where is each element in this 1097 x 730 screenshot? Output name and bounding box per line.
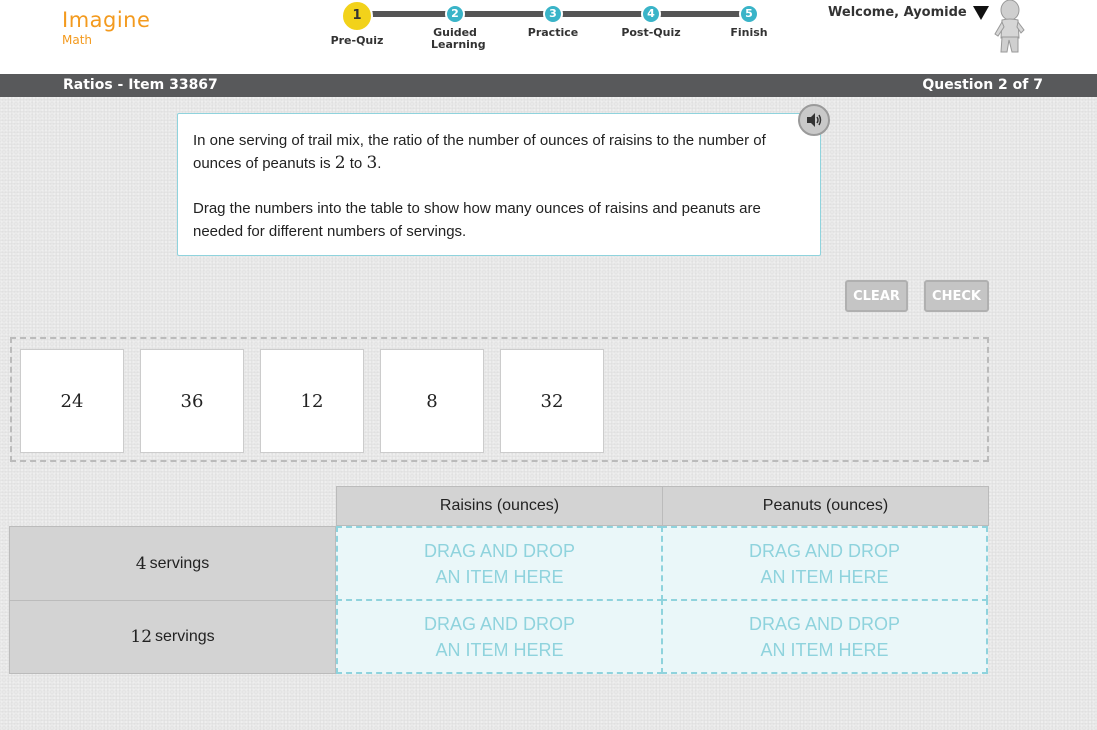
check-button[interactable]: CHECK [924, 280, 989, 312]
item-title-bar: Ratios - Item 33867 Question 2 of 7 [0, 74, 1097, 97]
step-number: 1 [341, 0, 373, 32]
step-number: 4 [641, 4, 661, 24]
drop-zone-peanuts-4-servings[interactable]: DRAG AND DROP AN ITEM HERE [661, 526, 988, 601]
drop-zone-hint: DRAG AND DROP AN ITEM HERE [749, 538, 900, 590]
answer-tile[interactable]: 24 [20, 349, 124, 453]
row-header-4-servings: 4 servings [9, 526, 336, 601]
question-text: In one serving of trail mix, the ratio o… [193, 132, 766, 172]
step-label: Pre-Quiz [330, 34, 384, 47]
servings-number: 4 [135, 553, 147, 574]
drop-hint-line: DRAG AND DROP [423, 540, 576, 561]
question-paragraph-2: Drag the numbers into the table to show … [193, 200, 761, 240]
question-text: to [345, 155, 367, 172]
drop-hint-line: DRAG AND DROP [748, 540, 901, 561]
step-number: 2 [445, 4, 465, 24]
avatar-icon [994, 0, 1025, 53]
drop-hint-line: AN ITEM HERE [435, 566, 564, 587]
step-practice: 3 Practice [508, 0, 598, 39]
row-header-12-servings: 12 servings [9, 600, 336, 674]
drop-zone-raisins-12-servings[interactable]: DRAG AND DROP AN ITEM HERE [336, 599, 663, 674]
drop-zone-hint: DRAG AND DROP AN ITEM HERE [424, 538, 575, 590]
item-title: Ratios - Item 33867 [63, 77, 218, 93]
clear-button[interactable]: CLEAR [845, 280, 908, 312]
drop-hint-line: DRAG AND DROP [423, 613, 576, 634]
drop-zone-peanuts-12-servings[interactable]: DRAG AND DROP AN ITEM HERE [661, 599, 988, 674]
ratio-value: 2 [334, 153, 346, 173]
servings-label: servings [155, 628, 215, 645]
peanuts-column-header: Peanuts (ounces) [662, 486, 989, 526]
answer-tile[interactable]: 36 [140, 349, 244, 453]
welcome-text: Welcome, Ayomide [828, 5, 967, 20]
avatar[interactable] [992, 0, 1028, 54]
drop-hint-line: AN ITEM HERE [760, 639, 889, 660]
raisins-column-header: Raisins (ounces) [336, 486, 663, 526]
drop-zone-hint: DRAG AND DROP AN ITEM HERE [424, 611, 575, 663]
speaker-icon [807, 113, 822, 127]
step-label: Guided Learning [431, 26, 486, 51]
drop-zone-hint: DRAG AND DROP AN ITEM HERE [749, 611, 900, 663]
answer-tile[interactable]: 8 [380, 349, 484, 453]
question-paragraph-1: In one serving of trail mix, the ratio o… [193, 129, 805, 175]
drop-hint-line: AN ITEM HERE [435, 639, 564, 660]
drop-hint-line: AN ITEM HERE [760, 566, 889, 587]
servings-number: 12 [130, 627, 153, 647]
servings-label: servings [149, 554, 210, 572]
step-finish: 5 Finish [704, 0, 794, 39]
step-number: 3 [543, 4, 563, 24]
answer-tile[interactable]: 12 [260, 349, 364, 453]
top-header: Imagine Math 1 Pre-Quiz 2 Guided Learnin… [0, 0, 1097, 74]
drop-zone-raisins-4-servings[interactable]: DRAG AND DROP AN ITEM HERE [336, 526, 663, 601]
step-post-quiz: 4 Post-Quiz [606, 0, 696, 39]
step-pre-quiz: 1 Pre-Quiz [312, 0, 402, 47]
step-label: Finish [730, 26, 768, 39]
user-menu[interactable]: Welcome, Ayomide [828, 5, 989, 20]
answer-tile[interactable]: 32 [500, 349, 604, 453]
step-number: 5 [739, 4, 759, 24]
step-guided-learning: 2 Guided Learning [410, 0, 500, 51]
ratio-value: 3 [366, 153, 378, 173]
caret-down-icon[interactable] [972, 5, 989, 20]
answer-tile-tray: 24 36 12 8 32 [10, 337, 989, 462]
question-prompt: In one serving of trail mix, the ratio o… [177, 113, 821, 256]
step-label: Post-Quiz [621, 26, 681, 39]
step-label: Practice [527, 26, 579, 39]
audio-button[interactable] [798, 104, 830, 136]
question-text: . [377, 155, 382, 172]
question-counter: Question 2 of 7 [922, 77, 1043, 93]
drop-hint-line: DRAG AND DROP [748, 613, 901, 634]
